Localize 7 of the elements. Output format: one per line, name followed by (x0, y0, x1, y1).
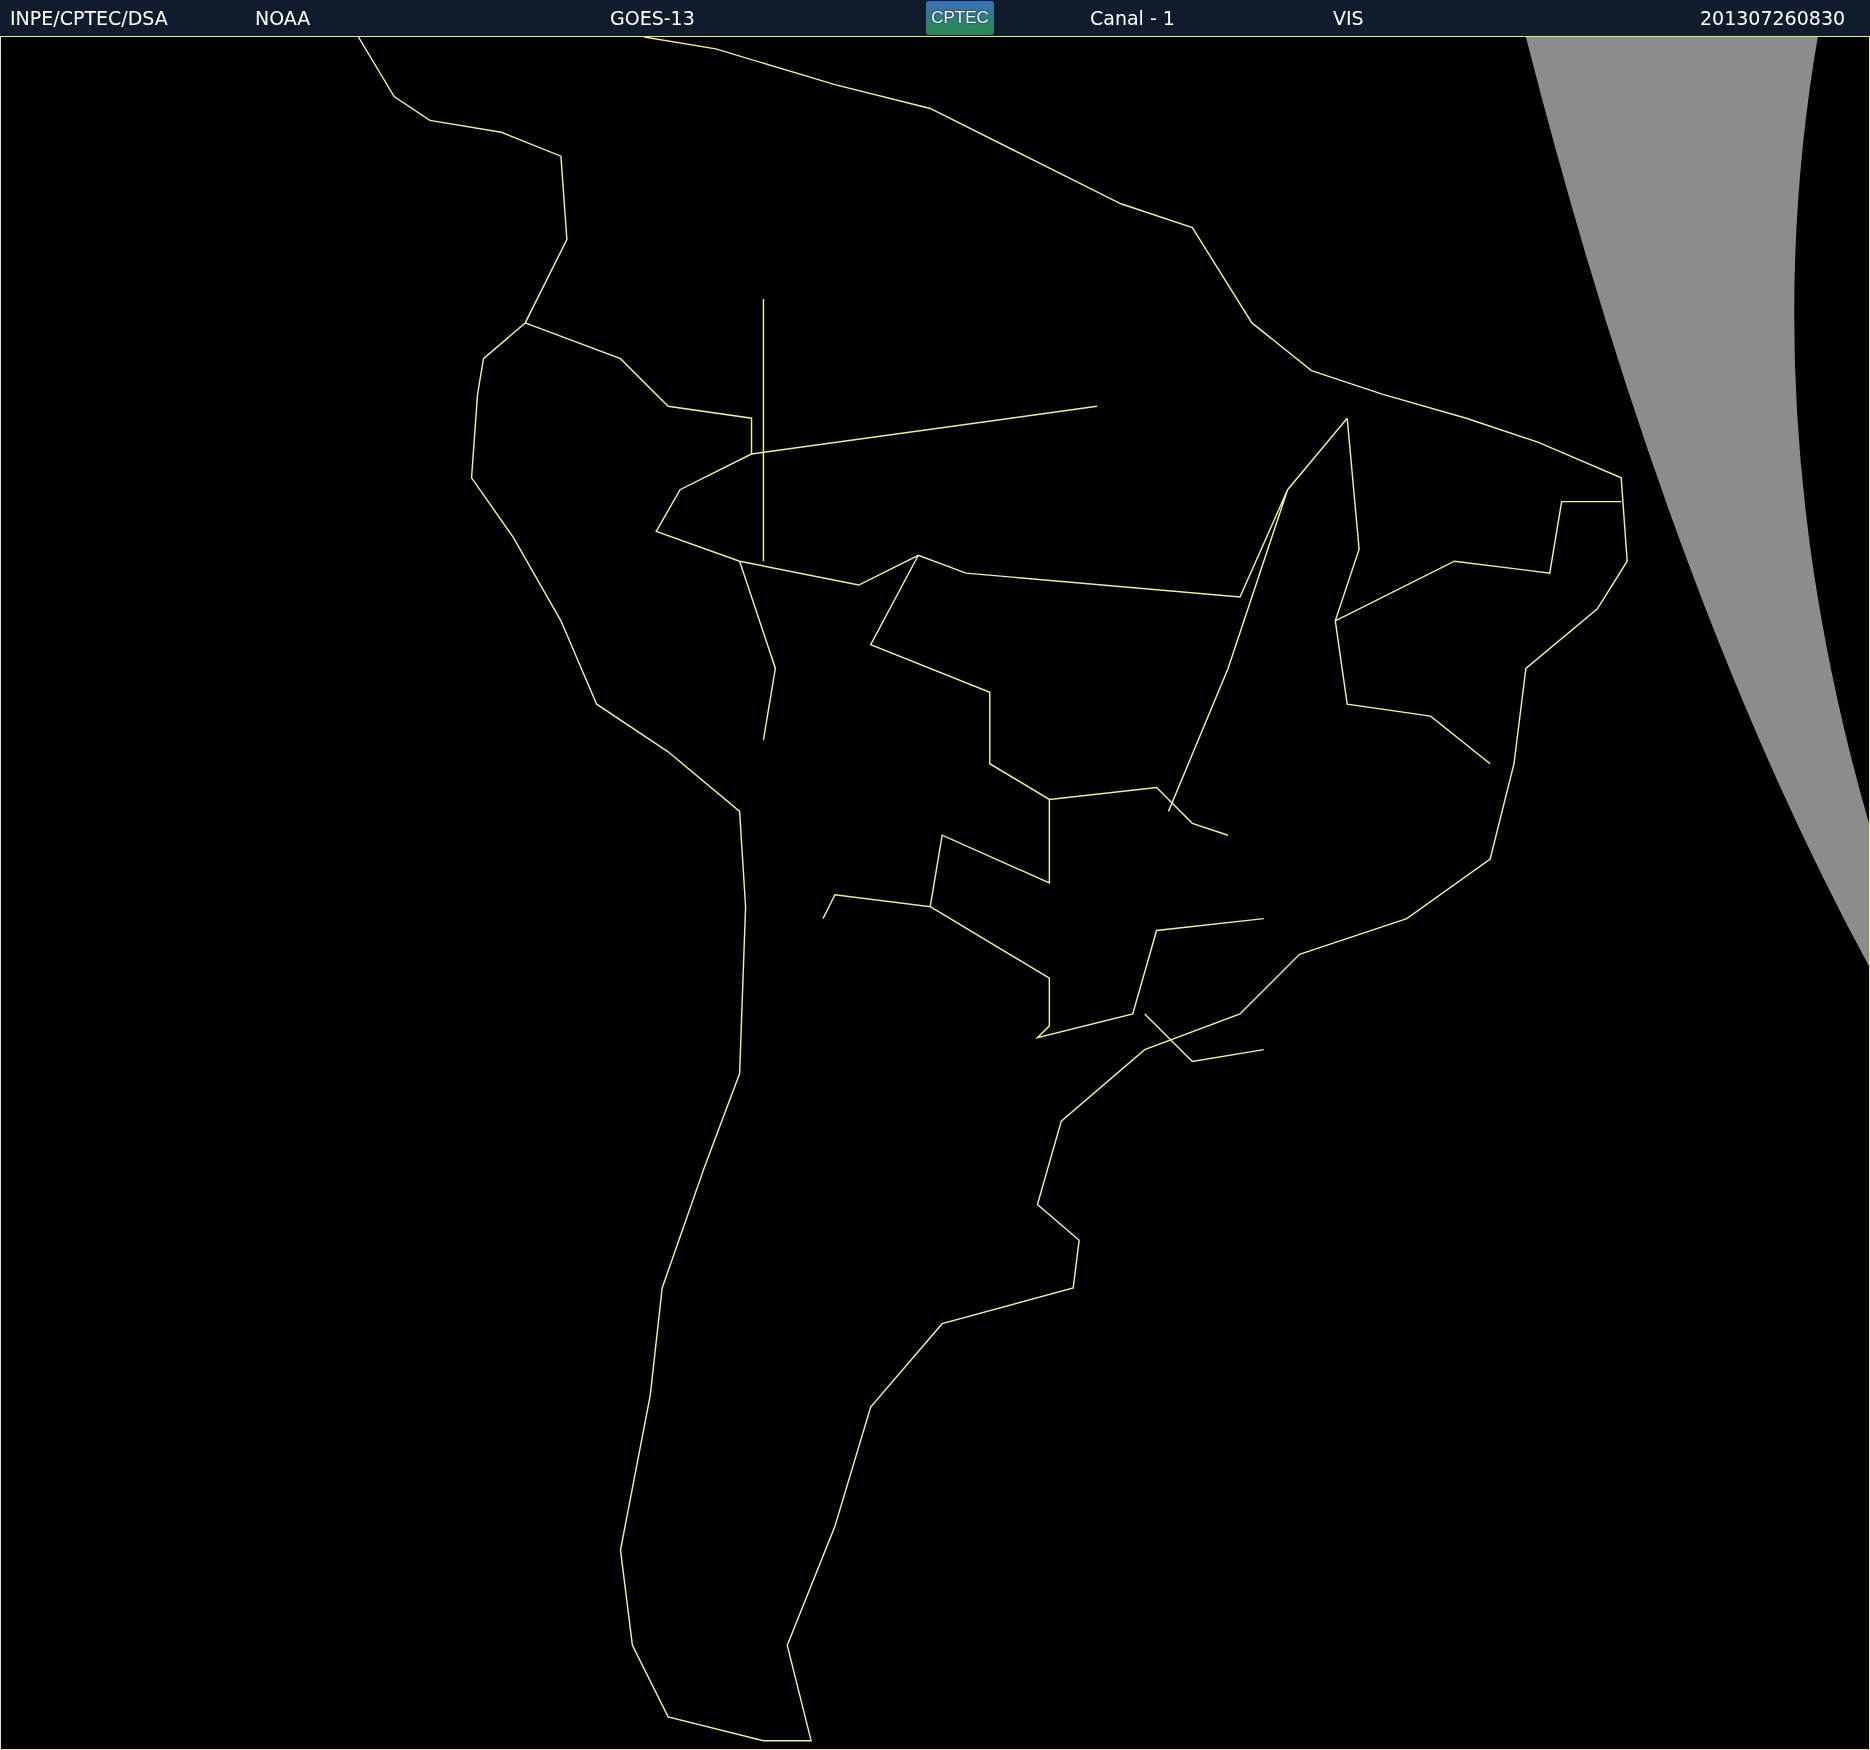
header-label: INPE/CPTEC/DSA (10, 7, 168, 29)
header-label: GOES-13 (610, 7, 695, 29)
header-label: NOAA (255, 7, 311, 29)
header-label: VIS (1333, 7, 1364, 29)
header-label: 201307260830 (1700, 7, 1846, 29)
header-label: Canal - 1 (1090, 7, 1175, 29)
logo: CPTEC (926, 1, 994, 35)
